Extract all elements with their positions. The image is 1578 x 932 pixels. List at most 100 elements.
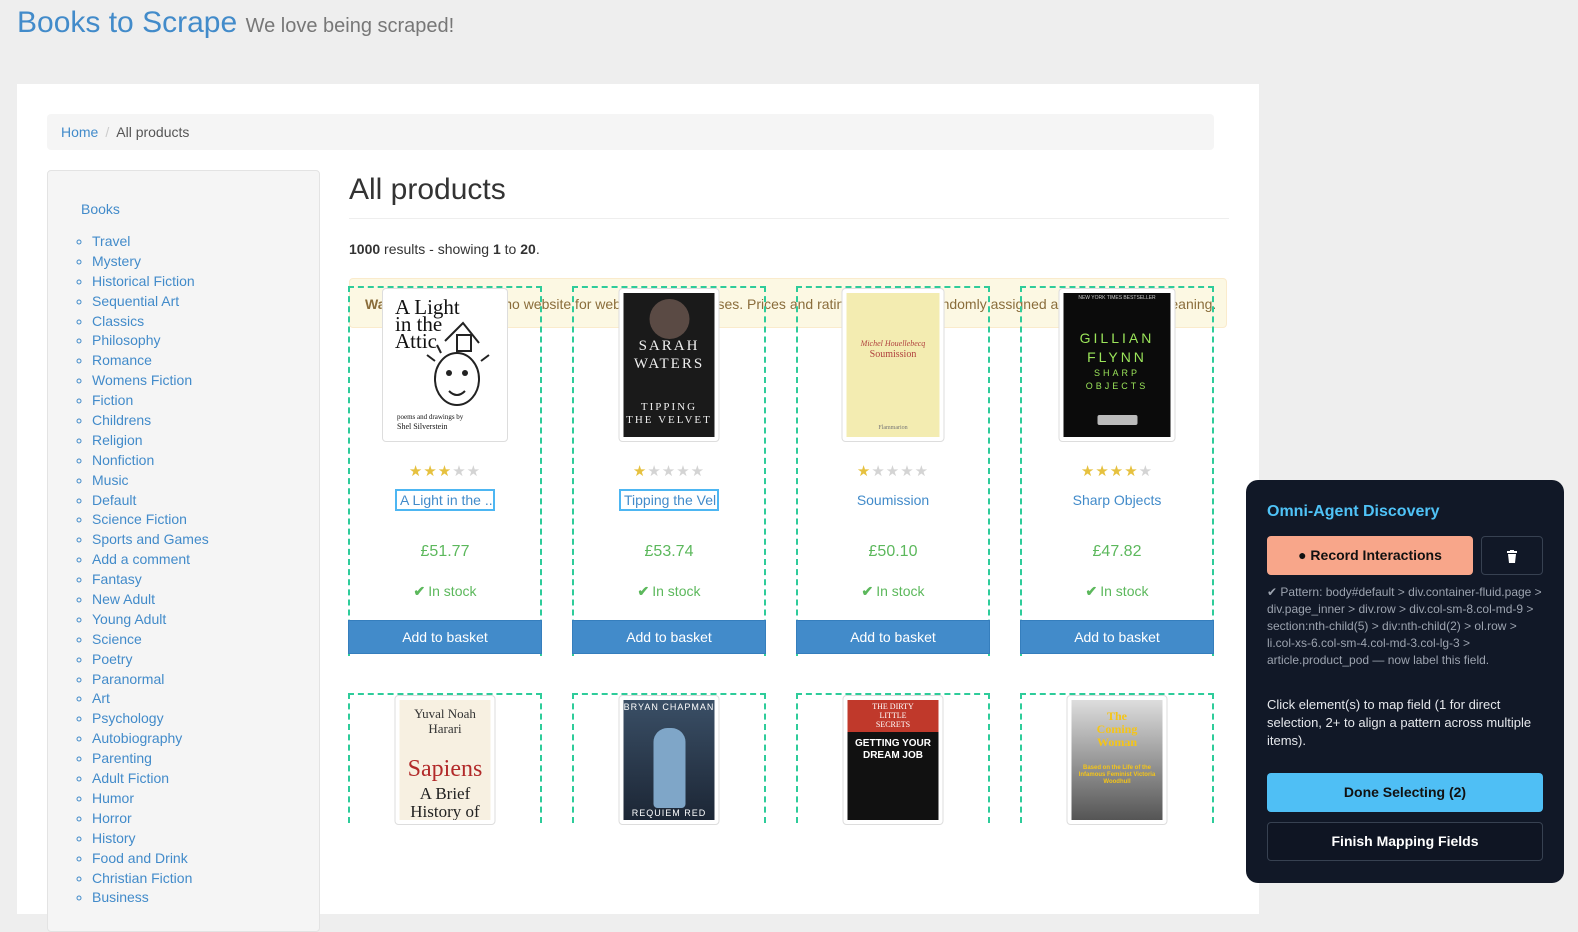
brand-link[interactable]: Books to Scrape [17,6,237,39]
category-link[interactable]: Travel [92,233,130,249]
category-link[interactable]: Psychology [92,710,164,726]
category-item[interactable]: Nonfiction [92,451,209,471]
category-link[interactable]: Romance [92,352,152,368]
product-title-link[interactable]: Sharp Objects [1073,492,1162,508]
category-item[interactable]: Womens Fiction [92,371,209,391]
category-item[interactable]: Philosophy [92,331,209,351]
category-item[interactable]: Art [92,689,209,709]
category-link[interactable]: Food and Drink [92,850,188,866]
clear-button[interactable] [1481,536,1543,575]
category-item[interactable]: Paranormal [92,670,209,690]
category-link[interactable]: Parenting [92,750,152,766]
category-link[interactable]: Philosophy [92,332,161,348]
product-card[interactable]: BRYAN CHAPMAN REQUIEM RED [572,693,766,825]
category-item[interactable]: Business [92,888,209,908]
category-link[interactable]: Humor [92,790,134,806]
category-link[interactable]: Childrens [92,412,151,428]
category-link[interactable]: Art [92,690,110,706]
category-item[interactable]: Science [92,630,209,650]
category-link[interactable]: Christian Fiction [92,870,192,886]
category-link[interactable]: History [92,830,136,846]
product-card[interactable]: A Light in the Attic poems and drawings … [348,286,542,656]
add-to-basket-button[interactable]: Add to basket [348,620,542,654]
category-link[interactable]: Nonfiction [92,452,154,468]
product-card[interactable]: NEW YORK TIMES BESTSELLER GILLIAN FLYNN … [1020,286,1214,656]
category-link[interactable]: Sequential Art [92,293,179,309]
category-item[interactable]: Sports and Games [92,530,209,550]
category-item[interactable]: Music [92,471,209,491]
category-item[interactable]: Fantasy [92,570,209,590]
add-to-basket-button[interactable]: Add to basket [796,620,990,654]
cover-text: Yuval Noah [414,706,476,721]
category-item[interactable]: Add a comment [92,550,209,570]
product-card[interactable]: SARAH WATERS TIPPING THE VELVET ★★★★★ Ti… [572,286,766,656]
category-item[interactable]: Horror [92,809,209,829]
product-card[interactable]: Yuval Noah Harari Sapiens A Brief Histor… [348,693,542,825]
add-to-basket-button[interactable]: Add to basket [1020,620,1214,654]
category-link[interactable]: Paranormal [92,671,164,687]
category-item[interactable]: Classics [92,312,209,332]
category-link[interactable]: Autobiography [92,730,182,746]
category-item[interactable]: New Adult [92,590,209,610]
category-item[interactable]: History [92,829,209,849]
product-thumbnail[interactable]: THE DIRTY LITTLE SECRETS GETTING YOUR DR… [842,695,944,825]
finish-mapping-button[interactable]: Finish Mapping Fields [1267,822,1543,861]
star-icon: ★ [423,463,438,480]
category-link[interactable]: Mystery [92,253,141,269]
category-item[interactable]: Christian Fiction [92,869,209,889]
product-card[interactable]: The Coming Woman Based on the Life of th… [1020,693,1214,825]
breadcrumb-home[interactable]: Home [61,124,98,140]
category-item[interactable]: Psychology [92,709,209,729]
category-link[interactable]: Fiction [92,392,133,408]
category-item[interactable]: Romance [92,351,209,371]
category-item[interactable]: Parenting [92,749,209,769]
category-link[interactable]: Add a comment [92,551,190,567]
product-card[interactable]: Michel Houellebecq Soumission Flammarion… [796,286,990,656]
product-thumbnail[interactable]: Michel Houellebecq Soumission Flammarion [841,288,945,442]
product-title-link[interactable]: Tipping the Velvet [619,489,719,511]
category-item[interactable]: Adult Fiction [92,769,209,789]
category-item[interactable]: Science Fiction [92,510,209,530]
category-link[interactable]: Default [92,492,136,508]
done-selecting-button[interactable]: Done Selecting (2) [1267,773,1543,812]
category-item[interactable]: Fiction [92,391,209,411]
category-link[interactable]: Classics [92,313,144,329]
category-item[interactable]: Religion [92,431,209,451]
product-thumbnail[interactable]: SARAH WATERS TIPPING THE VELVET [618,288,720,442]
category-item[interactable]: Young Adult [92,610,209,630]
category-item[interactable]: Mystery [92,252,209,272]
category-link[interactable]: Science Fiction [92,511,187,527]
product-thumbnail[interactable]: NEW YORK TIMES BESTSELLER GILLIAN FLYNN … [1058,288,1176,442]
category-item[interactable]: Poetry [92,650,209,670]
category-link[interactable]: Fantasy [92,571,142,587]
product-thumbnail[interactable]: Yuval Noah Harari Sapiens A Brief Histor… [394,695,496,825]
product-thumbnail[interactable]: A Light in the Attic poems and drawings … [382,288,508,442]
category-link[interactable]: Science [92,631,142,647]
category-item[interactable]: Historical Fiction [92,272,209,292]
category-item[interactable]: Default [92,491,209,511]
category-link[interactable]: Religion [92,432,143,448]
category-item[interactable]: Childrens [92,411,209,431]
category-link[interactable]: Womens Fiction [92,372,192,388]
category-item[interactable]: Sequential Art [92,292,209,312]
category-item[interactable]: Food and Drink [92,849,209,869]
category-item[interactable]: Autobiography [92,729,209,749]
product-thumbnail[interactable]: BRYAN CHAPMAN REQUIEM RED [618,695,720,825]
category-link[interactable]: Young Adult [92,611,166,627]
category-link[interactable]: Adult Fiction [92,770,169,786]
category-link[interactable]: Horror [92,810,132,826]
product-title-link[interactable]: Soumission [857,492,929,508]
category-link[interactable]: Poetry [92,651,132,667]
category-item[interactable]: Humor [92,789,209,809]
record-interactions-button[interactable]: ● Record Interactions [1267,536,1473,575]
category-link[interactable]: Music [92,472,129,488]
category-link[interactable]: Sports and Games [92,531,209,547]
category-item[interactable]: Travel [92,232,209,252]
category-link[interactable]: Historical Fiction [92,273,195,289]
product-thumbnail[interactable]: The Coming Woman Based on the Life of th… [1066,695,1168,825]
product-title-link[interactable]: A Light in the ... [395,489,495,511]
sidebar-root-books[interactable]: Books [81,201,120,217]
product-card[interactable]: THE DIRTY LITTLE SECRETS GETTING YOUR DR… [796,693,990,825]
category-link[interactable]: New Adult [92,591,155,607]
add-to-basket-button[interactable]: Add to basket [572,620,766,654]
